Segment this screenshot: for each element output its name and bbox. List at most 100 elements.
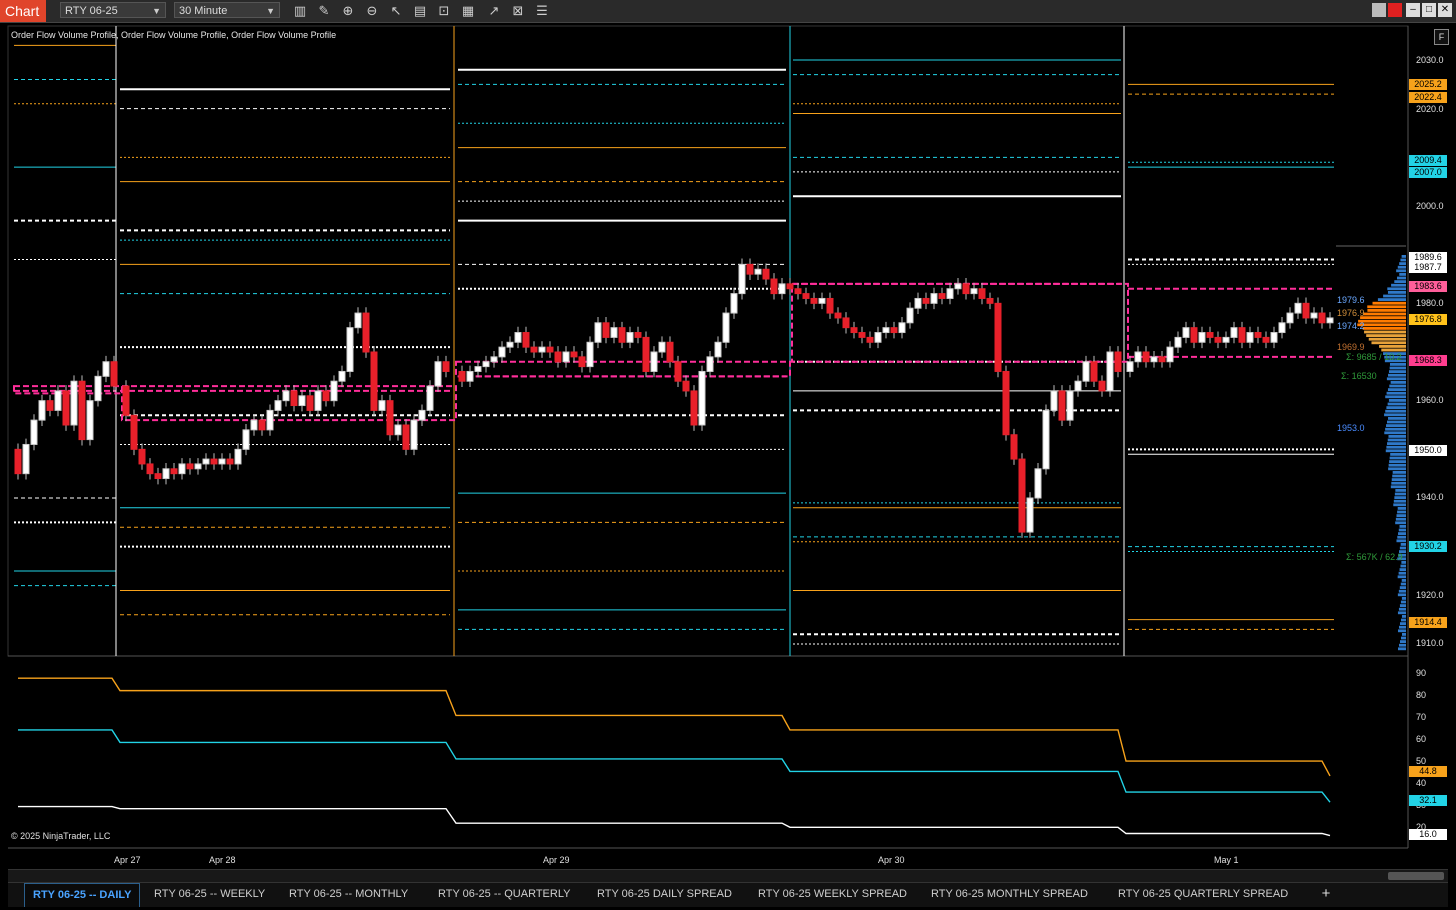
volume-profile-bar	[1390, 485, 1406, 489]
volume-profile-bar	[1379, 345, 1406, 348]
candle-body	[1034, 468, 1042, 499]
tab-weekly-spread[interactable]: RTY 06-25 WEEKLY SPREAD	[750, 883, 915, 906]
candle-body	[370, 351, 378, 411]
candle-body	[554, 351, 562, 363]
tab-daily-spread[interactable]: RTY 06-25 DAILY SPREAD	[589, 883, 740, 906]
y-axis-tick: 1980.0	[1416, 298, 1444, 308]
candle-body	[38, 400, 46, 421]
candle-body	[290, 390, 298, 407]
volume-profile-bar	[1397, 265, 1406, 269]
candle-body	[906, 307, 914, 324]
volume-profile-bar	[1388, 373, 1406, 377]
candle-body	[778, 283, 786, 295]
candle-body	[298, 395, 306, 407]
candle-body	[674, 361, 682, 382]
y-axis-tick: 2030.0	[1416, 55, 1444, 65]
candle-body	[234, 448, 242, 465]
candle-body	[314, 390, 322, 411]
price-chart[interactable]	[0, 0, 1456, 868]
candle-body	[338, 370, 346, 382]
candle-body	[610, 327, 618, 338]
price-tag: 1983.6	[1409, 281, 1447, 292]
candle-body	[1142, 351, 1150, 363]
candle-body	[330, 380, 338, 402]
volume-profile-bar	[1368, 337, 1406, 341]
volume-profile-bar	[1399, 604, 1406, 607]
lower-axis-tick: 60	[1416, 734, 1427, 744]
volume-profile-bar	[1386, 406, 1406, 409]
tab-quarterly[interactable]: RTY 06-25 -- QUARTERLY	[430, 883, 578, 906]
candle-body	[586, 341, 594, 368]
value-area-box	[791, 282, 1129, 363]
tab-quarterly-spread[interactable]: RTY 06-25 QUARTERLY SPREAD	[1110, 883, 1296, 906]
candle-body	[1190, 327, 1198, 343]
price-tag: 2009.4	[1409, 155, 1447, 166]
tab-bar: RTY 06-25 -- DAILY RTY 06-25 -- WEEKLY R…	[8, 882, 1448, 907]
tab-monthly-spread[interactable]: RTY 06-25 MONTHLY SPREAD	[923, 883, 1096, 906]
candle-body	[970, 288, 978, 295]
volume-profile-bar	[1399, 568, 1406, 571]
lower-value-tag: 16.0	[1409, 829, 1447, 840]
candle-body	[1198, 332, 1206, 343]
volume-profile-bar	[1357, 323, 1406, 327]
candle-body	[1074, 380, 1082, 392]
candle-body	[218, 458, 226, 465]
volume-profile-bar	[1363, 312, 1406, 316]
candle-body	[250, 419, 258, 431]
candle-body	[858, 332, 866, 338]
value-area-box	[455, 360, 791, 378]
volume-profile-bar	[1391, 478, 1406, 481]
scrollbar-thumb[interactable]	[1388, 872, 1444, 880]
volume-profile-bar	[1390, 453, 1406, 456]
tab-monthly[interactable]: RTY 06-25 -- MONTHLY	[281, 883, 416, 906]
candle-body	[1206, 332, 1214, 338]
volume-profile-bar	[1399, 622, 1406, 625]
date-label: Apr 28	[209, 855, 236, 865]
candle-body	[458, 370, 466, 382]
tab-weekly[interactable]: RTY 06-25 -- WEEKLY	[146, 883, 273, 906]
volume-profile-bar	[1381, 348, 1406, 352]
add-tab-button[interactable]: +	[1314, 883, 1338, 906]
price-tag: 1976.8	[1409, 314, 1447, 325]
volume-profile-bar	[1401, 597, 1406, 600]
candle-body	[578, 356, 586, 368]
price-tag: 1950.0	[1409, 445, 1447, 456]
price-tag: 1987.7	[1409, 262, 1447, 273]
volume-profile-bar	[1385, 409, 1406, 413]
price-tag: 2025.2	[1409, 79, 1447, 90]
candle-body	[866, 336, 874, 343]
candle-body	[1150, 356, 1158, 363]
candle-body	[442, 361, 450, 372]
candle-body	[30, 419, 38, 445]
tab-daily[interactable]: RTY 06-25 -- DAILY	[24, 883, 141, 907]
candle-body	[954, 283, 962, 290]
volume-profile-bar	[1392, 474, 1406, 478]
candle-body	[378, 400, 386, 411]
candle-body	[850, 327, 858, 334]
candle-body	[426, 385, 434, 411]
candle-body	[1214, 336, 1222, 343]
volume-profile-bar	[1367, 309, 1406, 312]
volume-profile-bar	[1389, 460, 1406, 463]
candle-body	[722, 312, 730, 343]
candle-body	[514, 332, 522, 343]
f-button[interactable]: F	[1434, 29, 1449, 45]
candle-body	[1134, 351, 1142, 363]
volume-profile-bar	[1396, 276, 1406, 280]
candle-body	[618, 327, 626, 343]
candle-body	[898, 322, 906, 334]
candle-body	[466, 370, 474, 382]
volume-profile-bar	[1399, 262, 1406, 265]
horizontal-scrollbar[interactable]	[8, 869, 1448, 882]
candle-body	[1066, 390, 1074, 421]
volume-profile-bar	[1387, 287, 1406, 291]
candle-body	[138, 448, 146, 465]
profile-value-label: 1974.2	[1337, 321, 1365, 331]
candle-body	[1042, 409, 1050, 470]
profile-value-label: 1953.0	[1337, 423, 1365, 433]
candle-body	[386, 400, 394, 436]
volume-profile-bar	[1397, 507, 1406, 510]
candle-body	[810, 297, 818, 304]
candle-body	[754, 268, 762, 275]
profile-sum-label: Σ: 16530	[1341, 371, 1377, 381]
